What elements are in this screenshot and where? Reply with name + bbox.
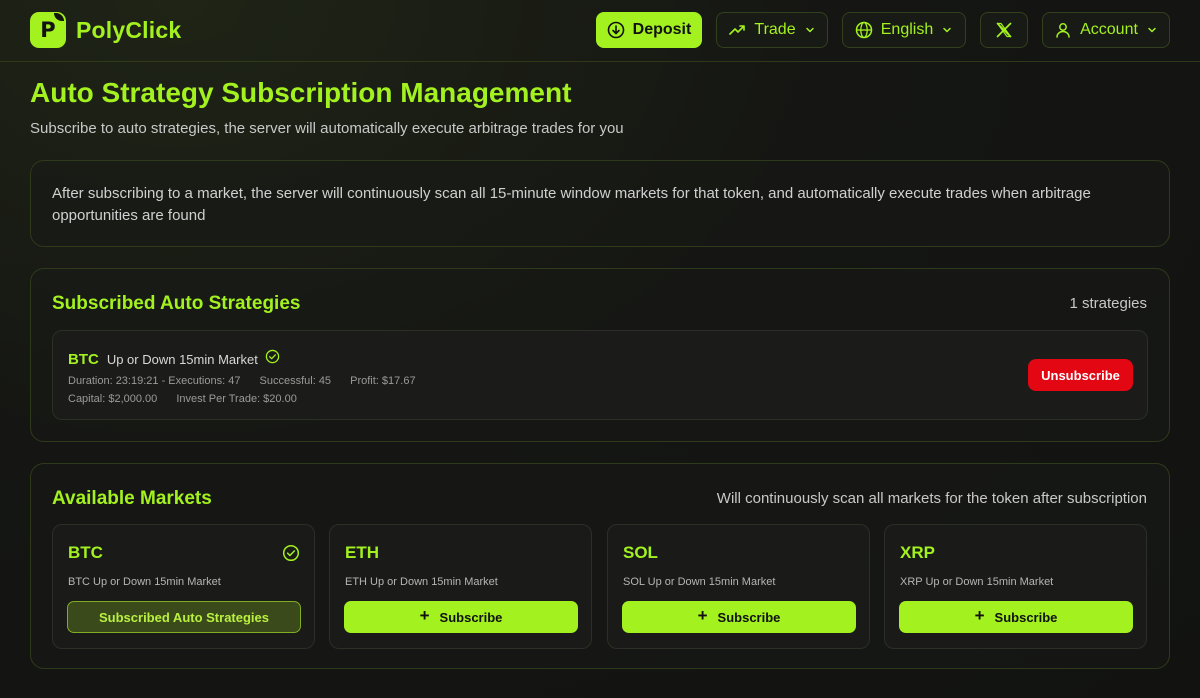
plus-icon: + — [697, 606, 708, 625]
user-icon — [1054, 21, 1072, 39]
strategy-count: 1 strategies — [1069, 295, 1147, 312]
strategy-token: BTC — [68, 350, 99, 368]
market-card-btc: BTC BTC Up or Down 15min Market Subscrib… — [52, 524, 315, 649]
subscribed-button[interactable]: Subscribed Auto Strategies — [67, 601, 301, 633]
info-text: After subscribing to a market, the serve… — [52, 185, 1091, 224]
page-title: Auto Strategy Subscription Management — [30, 77, 572, 108]
market-description: BTC Up or Down 15min Market — [68, 576, 221, 588]
strategy-capital: Capital: $2,000.00 — [68, 393, 158, 405]
market-description: XRP Up or Down 15min Market — [900, 576, 1054, 588]
x-social-button[interactable] — [980, 12, 1028, 48]
section-title: Subscribed Auto Strategies — [52, 293, 301, 314]
language-label: English — [880, 21, 934, 38]
subscribe-label: Subscribe — [994, 609, 1058, 625]
available-markets-card: Available Markets Will continuously scan… — [30, 463, 1170, 669]
section-title: Available Markets — [52, 488, 212, 509]
trending-up-icon — [728, 21, 746, 39]
deposit-button[interactable]: Deposit — [596, 12, 702, 48]
chevron-down-icon — [1146, 24, 1158, 36]
market-card-sol: SOL SOL Up or Down 15min Market + Subscr… — [607, 524, 870, 649]
market-card-xrp: XRP XRP Up or Down 15min Market + Subscr… — [884, 524, 1147, 649]
subscribe-button[interactable]: + Subscribe — [899, 601, 1133, 633]
trade-label: Trade — [754, 21, 796, 38]
logo: P — [30, 12, 66, 48]
market-token: BTC — [68, 543, 103, 562]
logo-letter: P — [40, 17, 56, 42]
globe-icon — [855, 21, 873, 39]
chevron-down-icon — [941, 24, 953, 36]
check-circle-icon — [265, 349, 280, 369]
plus-icon: + — [974, 606, 985, 625]
deposit-label: Deposit — [632, 21, 692, 38]
chevron-down-icon — [804, 24, 816, 36]
subscribed-strategies-card: Subscribed Auto Strategies 1 strategies … — [30, 268, 1170, 442]
subscribed-label: Subscribed Auto Strategies — [99, 609, 269, 625]
market-description: SOL Up or Down 15min Market — [623, 576, 776, 588]
strategy-duration: Duration: 23:19:21 - Executions: 47 — [68, 375, 241, 387]
market-description: ETH Up or Down 15min Market — [345, 576, 498, 588]
strategy-profit: Profit: $17.67 — [350, 375, 416, 387]
info-card: After subscribing to a market, the serve… — [30, 160, 1170, 247]
strategy-capital-info: Capital: $2,000.00 Invest Per Trade: $20… — [68, 393, 313, 405]
x-logo-icon — [995, 21, 1013, 39]
top-nav: P PolyClick Deposit Trade English Accoun… — [0, 0, 1200, 62]
subscribe-button[interactable]: + Subscribe — [344, 601, 578, 633]
plus-icon: + — [419, 606, 430, 625]
subscribe-label: Subscribe — [717, 609, 781, 625]
language-menu-button[interactable]: English — [842, 12, 966, 48]
account-label: Account — [1080, 21, 1138, 38]
strategy-row: BTC Up or Down 15min Market Duration: 23… — [52, 330, 1148, 420]
account-menu-button[interactable]: Account — [1042, 12, 1170, 48]
brand[interactable]: P PolyClick — [30, 12, 181, 48]
market-token: XRP — [900, 543, 935, 562]
subscribe-label: Subscribe — [439, 609, 503, 625]
strategy-market: Up or Down 15min Market — [106, 351, 258, 367]
subscribe-button[interactable]: + Subscribe — [622, 601, 856, 633]
download-circle-icon — [607, 21, 625, 39]
market-token: SOL — [623, 543, 658, 562]
market-card-eth: ETH ETH Up or Down 15min Market + Subscr… — [329, 524, 592, 649]
strategy-header: BTC Up or Down 15min Market — [68, 349, 280, 369]
trade-menu-button[interactable]: Trade — [716, 12, 828, 48]
market-token: ETH — [345, 543, 379, 562]
strategy-invest: Invest Per Trade: $20.00 — [176, 393, 297, 405]
available-markets-note: Will continuously scan all markets for t… — [716, 490, 1147, 507]
page-subtitle: Subscribe to auto strategies, the server… — [30, 120, 624, 137]
check-circle-icon — [282, 544, 300, 567]
strategy-stats: Duration: 23:19:21 - Executions: 47 Succ… — [68, 375, 432, 387]
brand-name: PolyClick — [76, 16, 182, 43]
strategy-successful: Successful: 45 — [259, 375, 332, 387]
unsubscribe-button[interactable]: Unsubscribe — [1028, 359, 1133, 391]
